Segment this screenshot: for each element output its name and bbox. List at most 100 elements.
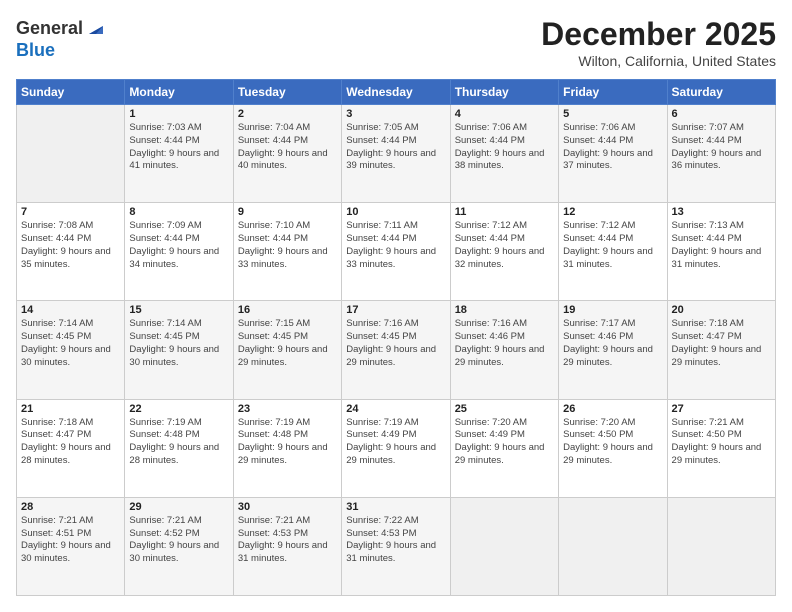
day-number: 27 [672, 403, 771, 415]
day-number: 20 [672, 304, 771, 316]
day-number: 26 [563, 403, 662, 415]
cell-content: Sunrise: 7:12 AMSunset: 4:44 PMDaylight:… [563, 220, 662, 271]
calendar-cell: 9Sunrise: 7:10 AMSunset: 4:44 PMDaylight… [233, 203, 341, 301]
calendar-week-3: 14 Sunrise: 7:14 AMSunset: 4:45 PMDayligh… [17, 301, 776, 399]
day-number: 9 [238, 206, 337, 218]
calendar-cell: 29Sunrise: 7:21 AMSunset: 4:52 PMDayligh… [125, 497, 233, 595]
calendar-cell [17, 105, 125, 203]
location: Wilton, California, United States [541, 53, 776, 69]
day-number: 31 [346, 501, 445, 513]
day-number: 7 [21, 206, 120, 218]
day-number: 14 [21, 304, 120, 316]
cell-content: Sunrise: 7:05 AMSunset: 4:44 PMDaylight:… [346, 122, 445, 173]
title-block: December 2025 Wilton, California, United… [541, 16, 776, 69]
day-number: 8 [129, 206, 228, 218]
day-number: 15 [129, 304, 228, 316]
cell-content: Sunrise: 7:04 AMSunset: 4:44 PMDaylight:… [238, 122, 337, 173]
day-number: 1 [129, 108, 228, 120]
calendar-cell: 24Sunrise: 7:19 AMSunset: 4:49 PMDayligh… [342, 399, 450, 497]
cell-content: Sunrise: 7:06 AMSunset: 4:44 PMDaylight:… [563, 122, 662, 173]
logo-blue: Blue [16, 40, 55, 60]
calendar-cell: 6 Sunrise: 7:07 AMSunset: 4:44 PMDaylight… [667, 105, 775, 203]
calendar-cell: 10 Sunrise: 7:11 AMSunset: 4:44 PMDayligh… [342, 203, 450, 301]
day-number: 22 [129, 403, 228, 415]
cell-content: Sunrise: 7:19 AMSunset: 4:48 PMDaylight:… [238, 417, 337, 468]
header-thursday: Thursday [450, 80, 558, 105]
day-number: 30 [238, 501, 337, 513]
day-number: 17 [346, 304, 445, 316]
cell-content: Sunrise: 7:18 AMSunset: 4:47 PMDaylight:… [21, 417, 120, 468]
day-number: 10 [346, 206, 445, 218]
cell-content: Sunrise: 7:06 AMSunset: 4:44 PMDaylight:… [455, 122, 554, 173]
calendar-cell: 25Sunrise: 7:20 AMSunset: 4:49 PMDayligh… [450, 399, 558, 497]
calendar-cell: 31Sunrise: 7:22 AMSunset: 4:53 PMDayligh… [342, 497, 450, 595]
calendar-cell: 21 Sunrise: 7:18 AMSunset: 4:47 PMDayligh… [17, 399, 125, 497]
calendar-cell: 23Sunrise: 7:19 AMSunset: 4:48 PMDayligh… [233, 399, 341, 497]
calendar-header: Sunday Monday Tuesday Wednesday Thursday… [17, 80, 776, 105]
calendar-table: Sunday Monday Tuesday Wednesday Thursday… [16, 79, 776, 596]
header-friday: Friday [559, 80, 667, 105]
calendar-cell: 16 Sunrise: 7:15 AMSunset: 4:45 PMDayligh… [233, 301, 341, 399]
calendar-cell: 30Sunrise: 7:21 AMSunset: 4:53 PMDayligh… [233, 497, 341, 595]
cell-content: Sunrise: 7:14 AMSunset: 4:45 PMDaylight:… [129, 318, 228, 369]
cell-content: Sunrise: 7:14 AMSunset: 4:45 PMDaylight:… [21, 318, 120, 369]
calendar-cell [559, 497, 667, 595]
header-tuesday: Tuesday [233, 80, 341, 105]
cell-content: Sunrise: 7:19 AMSunset: 4:49 PMDaylight:… [346, 417, 445, 468]
calendar-cell: 3 Sunrise: 7:05 AMSunset: 4:44 PMDaylight… [342, 105, 450, 203]
cell-content: Sunrise: 7:17 AMSunset: 4:46 PMDaylight:… [563, 318, 662, 369]
calendar-cell: 7 Sunrise: 7:08 AMSunset: 4:44 PMDaylight… [17, 203, 125, 301]
calendar-cell: 1 Sunrise: 7:03 AMSunset: 4:44 PMDaylight… [125, 105, 233, 203]
cell-content: Sunrise: 7:16 AMSunset: 4:46 PMDaylight:… [455, 318, 554, 369]
header-wednesday: Wednesday [342, 80, 450, 105]
page-header: General Blue December 2025 Wilton, Calif… [16, 16, 776, 69]
cell-content: Sunrise: 7:11 AMSunset: 4:44 PMDaylight:… [346, 220, 445, 271]
day-number: 11 [455, 206, 554, 218]
day-number: 28 [21, 501, 120, 513]
day-number: 19 [563, 304, 662, 316]
calendar-cell: 22Sunrise: 7:19 AMSunset: 4:48 PMDayligh… [125, 399, 233, 497]
header-saturday: Saturday [667, 80, 775, 105]
day-number: 13 [672, 206, 771, 218]
calendar-week-4: 21 Sunrise: 7:18 AMSunset: 4:47 PMDayligh… [17, 399, 776, 497]
day-number: 3 [346, 108, 445, 120]
day-number: 12 [563, 206, 662, 218]
header-monday: Monday [125, 80, 233, 105]
cell-content: Sunrise: 7:21 AMSunset: 4:50 PMDaylight:… [672, 417, 771, 468]
calendar-cell: 5 Sunrise: 7:06 AMSunset: 4:44 PMDaylight… [559, 105, 667, 203]
calendar-cell: 4 Sunrise: 7:06 AMSunset: 4:44 PMDaylight… [450, 105, 558, 203]
calendar-cell [450, 497, 558, 595]
cell-content: Sunrise: 7:07 AMSunset: 4:44 PMDaylight:… [672, 122, 771, 173]
calendar-cell [667, 497, 775, 595]
cell-content: Sunrise: 7:16 AMSunset: 4:45 PMDaylight:… [346, 318, 445, 369]
logo-general: General [16, 18, 83, 39]
cell-content: Sunrise: 7:20 AMSunset: 4:49 PMDaylight:… [455, 417, 554, 468]
calendar-cell: 19 Sunrise: 7:17 AMSunset: 4:46 PMDayligh… [559, 301, 667, 399]
calendar-week-1: 1 Sunrise: 7:03 AMSunset: 4:44 PMDaylight… [17, 105, 776, 203]
cell-content: Sunrise: 7:21 AMSunset: 4:52 PMDaylight:… [129, 515, 228, 566]
day-number: 6 [672, 108, 771, 120]
day-number: 16 [238, 304, 337, 316]
cell-content: Sunrise: 7:08 AMSunset: 4:44 PMDaylight:… [21, 220, 120, 271]
header-sunday: Sunday [17, 80, 125, 105]
cell-content: Sunrise: 7:15 AMSunset: 4:45 PMDaylight:… [238, 318, 337, 369]
day-number: 21 [21, 403, 120, 415]
cell-content: Sunrise: 7:20 AMSunset: 4:50 PMDaylight:… [563, 417, 662, 468]
day-number: 4 [455, 108, 554, 120]
day-number: 18 [455, 304, 554, 316]
calendar-cell: 17 Sunrise: 7:16 AMSunset: 4:45 PMDayligh… [342, 301, 450, 399]
calendar-cell: 2 Sunrise: 7:04 AMSunset: 4:44 PMDaylight… [233, 105, 341, 203]
calendar-cell: 8Sunrise: 7:09 AMSunset: 4:44 PMDaylight… [125, 203, 233, 301]
calendar-cell: 12 Sunrise: 7:12 AMSunset: 4:44 PMDayligh… [559, 203, 667, 301]
logo: General Blue [16, 16, 107, 61]
calendar-page: General Blue December 2025 Wilton, Calif… [0, 0, 792, 612]
calendar-cell: 26 Sunrise: 7:20 AMSunset: 4:50 PMDayligh… [559, 399, 667, 497]
calendar-cell: 20Sunrise: 7:18 AMSunset: 4:47 PMDayligh… [667, 301, 775, 399]
calendar-cell: 11Sunrise: 7:12 AMSunset: 4:44 PMDayligh… [450, 203, 558, 301]
calendar-cell: 18 Sunrise: 7:16 AMSunset: 4:46 PMDayligh… [450, 301, 558, 399]
day-number: 5 [563, 108, 662, 120]
day-number: 2 [238, 108, 337, 120]
cell-content: Sunrise: 7:03 AMSunset: 4:44 PMDaylight:… [129, 122, 228, 173]
calendar-body: 1 Sunrise: 7:03 AMSunset: 4:44 PMDaylight… [17, 105, 776, 596]
header-row: Sunday Monday Tuesday Wednesday Thursday… [17, 80, 776, 105]
